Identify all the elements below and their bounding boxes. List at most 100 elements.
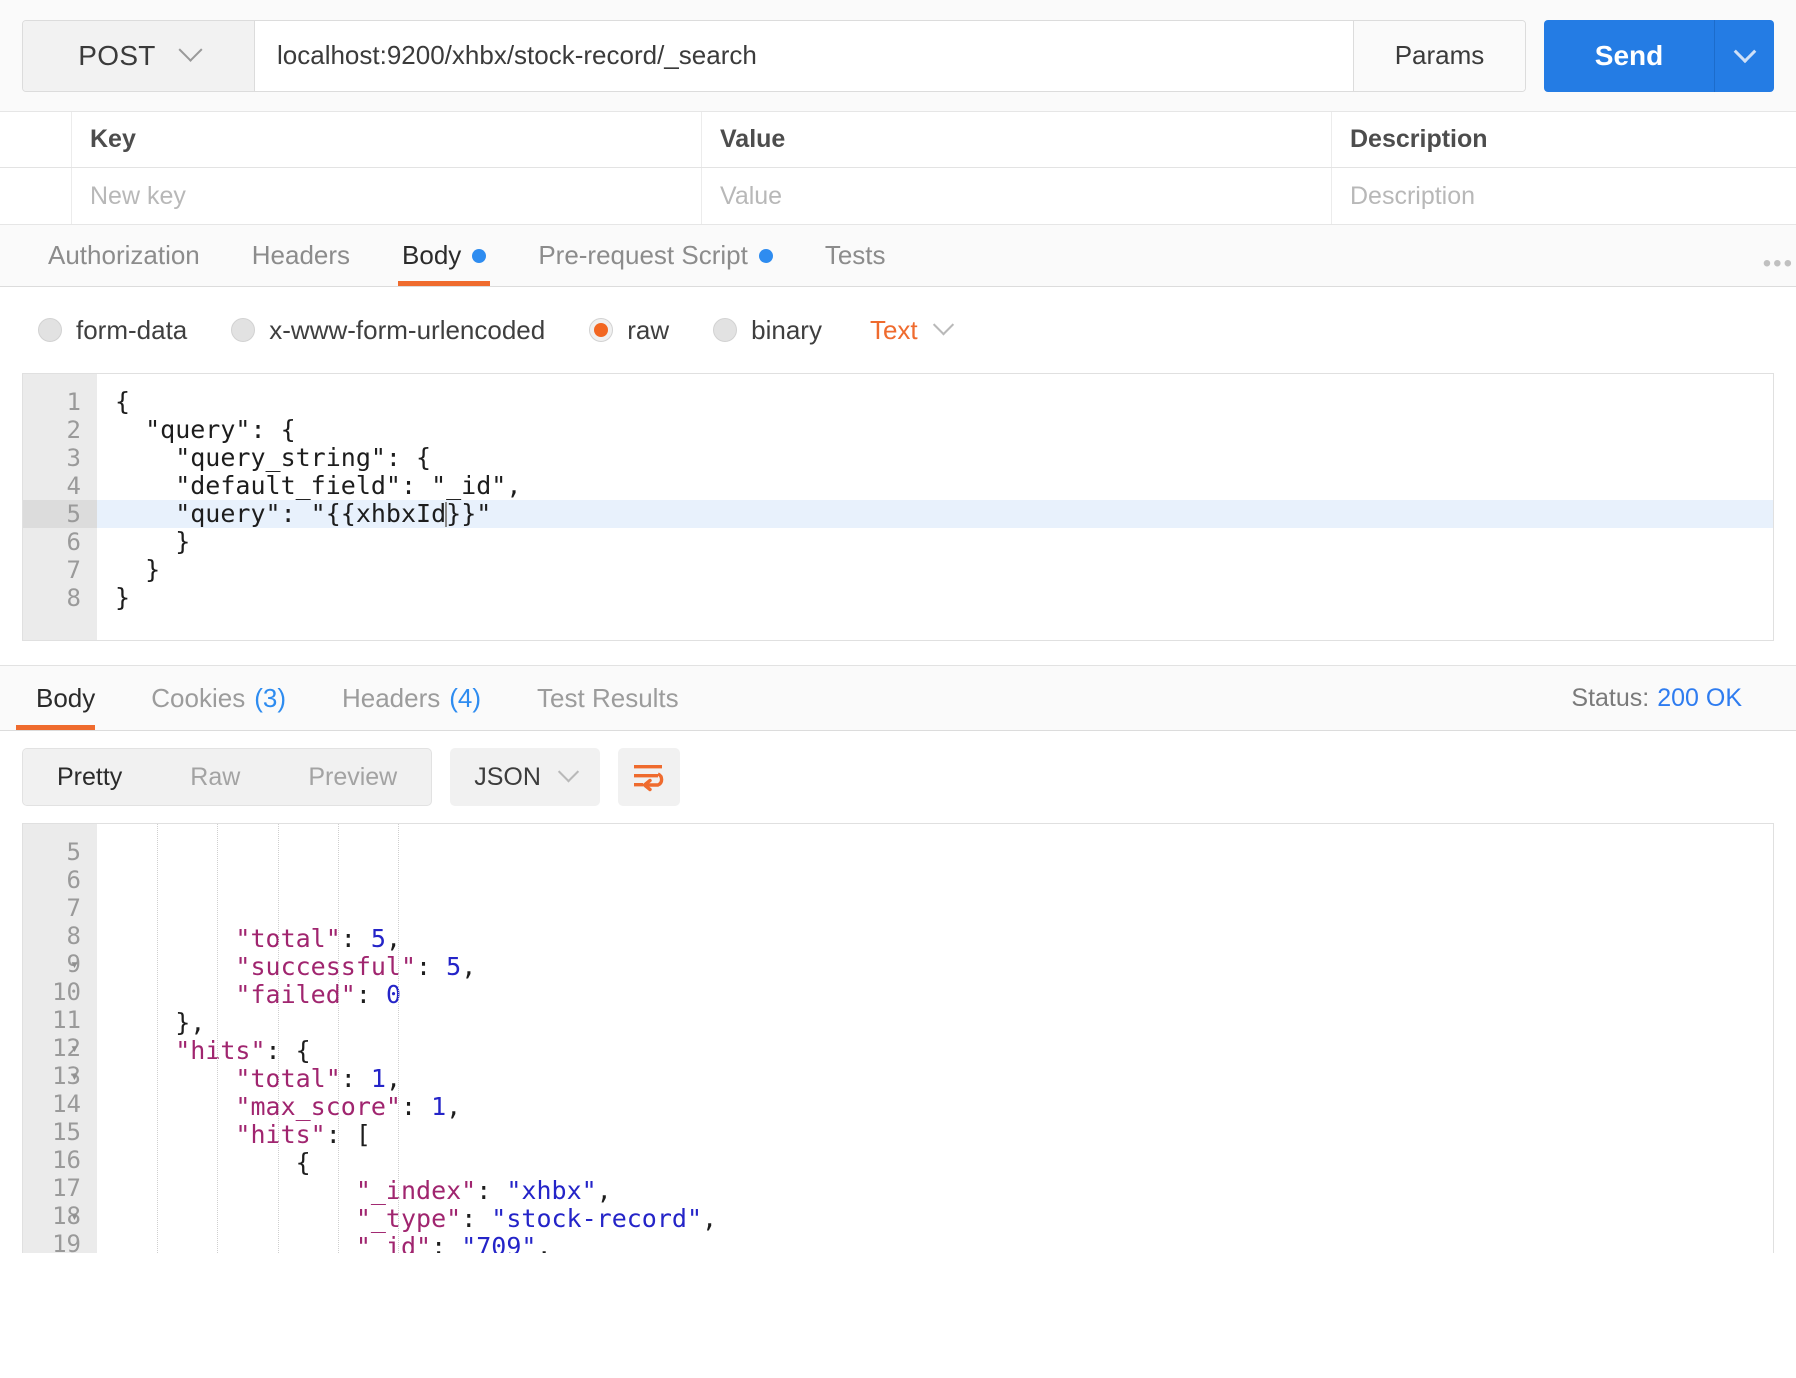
line-number: 1: [66, 388, 81, 416]
body-type-label: raw: [627, 314, 670, 345]
response-tab-headers[interactable]: Headers (4): [314, 666, 509, 730]
line-number: 16: [52, 1146, 81, 1174]
tab-body[interactable]: Body: [376, 225, 512, 286]
line-number: 7: [66, 556, 81, 584]
code-token: ,: [385, 1064, 402, 1093]
code-line: "default_field": "_id",: [115, 471, 522, 500]
body-type-raw[interactable]: raw: [589, 315, 669, 346]
response-tab-test-results[interactable]: Test Results: [509, 666, 707, 730]
view-mode-preview[interactable]: Preview: [274, 749, 431, 805]
code-line: {: [115, 1149, 1773, 1177]
request-body-editor[interactable]: 12345678 { "query": { "query_string": { …: [22, 373, 1774, 641]
code-line: {: [115, 387, 131, 416]
code-line: },: [115, 1009, 1773, 1037]
tab-tests[interactable]: Tests: [799, 225, 912, 286]
line-number: 19: [52, 1230, 81, 1253]
body-format-label: Text: [869, 314, 918, 345]
code-token: 1: [370, 1064, 386, 1093]
response-tabs: Body Cookies (3) Headers (4) Test Result…: [0, 665, 1796, 731]
response-format-selector[interactable]: JSON: [450, 748, 600, 806]
params-table: Key Value Description New key Value Desc…: [0, 112, 1796, 225]
tab-headers[interactable]: Headers: [226, 225, 376, 286]
code-token: 5: [446, 952, 462, 981]
send-button[interactable]: Send: [1544, 19, 1714, 92]
bulk-edit-icon[interactable]: •••: [1763, 250, 1794, 278]
view-mode-pretty[interactable]: Pretty: [23, 749, 157, 805]
code-token: : {: [265, 1036, 311, 1065]
body-format-selector[interactable]: Text: [869, 313, 954, 346]
line-number: 10: [52, 978, 81, 1006]
http-method-selector[interactable]: POST: [23, 20, 255, 91]
line-number: 13 ▾: [52, 1062, 81, 1090]
line-number: 6: [66, 866, 81, 894]
response-view-mode-group: Pretty Raw Preview: [22, 748, 433, 806]
fold-toggle-icon[interactable]: ▾: [70, 950, 79, 978]
code-line: "query": "{{xhbxId}}": [97, 500, 1773, 528]
code-token: "hits": [235, 1120, 326, 1149]
code-line: "query": {: [115, 415, 296, 444]
response-body-editor[interactable]: 5 6 7 8 9 ▾ 10 11 12 ▾ 13 ▾ 14 15 16 17 18 ▾ 19 "total": 5…: [22, 823, 1774, 1253]
line-number: 15: [52, 1118, 81, 1146]
request-url-bar: POST localhost:9200/xhbx/stock-record/_s…: [0, 0, 1796, 112]
code-token: "stock-record": [491, 1204, 703, 1233]
code-line: }: [115, 527, 191, 556]
code-token: :: [401, 1092, 432, 1121]
code-token: "total": [235, 924, 341, 953]
code-line: "_index": "xhbx",: [115, 1177, 1773, 1205]
tab-label: Cookies: [151, 682, 246, 713]
request-tabs: Authorization Headers Body Pre-request S…: [0, 225, 1796, 287]
fold-toggle-icon[interactable]: ▾: [70, 1062, 79, 1090]
response-toolbar: Pretty Raw Preview JSON: [0, 731, 1796, 823]
new-key-input[interactable]: New key: [72, 168, 702, 224]
line-number: 11: [52, 1006, 81, 1034]
request-editor-gutter: 12345678: [23, 374, 97, 640]
code-token: ,: [702, 1204, 718, 1233]
new-description-input[interactable]: Description: [1332, 168, 1796, 224]
body-type-form-data[interactable]: form-data: [38, 315, 187, 346]
tab-authorization[interactable]: Authorization: [22, 225, 226, 286]
line-number: 14: [52, 1090, 81, 1118]
word-wrap-button[interactable]: [617, 748, 680, 806]
request-url-input[interactable]: localhost:9200/xhbx/stock-record/_search: [255, 20, 1353, 91]
body-type-row: form-data x-www-form-urlencoded raw bina…: [0, 287, 1796, 373]
response-editor-code[interactable]: "total": 5, "successful": 5, "failed": 0…: [97, 824, 1773, 1253]
params-button[interactable]: Params: [1353, 20, 1525, 91]
radio-icon: [231, 318, 256, 342]
fold-toggle-icon[interactable]: ▾: [70, 1034, 79, 1062]
body-type-binary[interactable]: binary: [713, 315, 822, 346]
code-token: "total": [235, 1064, 341, 1093]
code-token: :: [476, 1176, 507, 1205]
send-options-button[interactable]: [1714, 19, 1774, 92]
response-tab-cookies[interactable]: Cookies (3): [123, 666, 314, 730]
new-value-input[interactable]: Value: [702, 168, 1332, 224]
column-header-description: Description: [1350, 125, 1488, 153]
code-token: "successful": [235, 952, 417, 981]
column-header-key: Key: [72, 112, 702, 167]
request-editor-code[interactable]: { "query": { "query_string": { "default_…: [97, 374, 1773, 640]
line-number: 18 ▾: [52, 1202, 81, 1230]
status-badge: 200 OK: [1657, 683, 1742, 712]
chevron-down-icon: [178, 37, 203, 62]
fold-toggle-icon[interactable]: ▾: [70, 1202, 79, 1230]
code-token: :: [340, 924, 371, 953]
line-number: 17: [52, 1174, 81, 1202]
code-token: :: [340, 1064, 371, 1093]
checkbox-column: [0, 112, 72, 167]
tab-pre-request-script[interactable]: Pre-request Script: [512, 225, 799, 286]
response-tab-body[interactable]: Body: [8, 666, 123, 730]
code-token: :: [461, 1204, 492, 1233]
code-line: "successful": 5,: [115, 953, 1773, 981]
params-table-header: Key Value Description: [0, 112, 1796, 168]
view-mode-raw[interactable]: Raw: [156, 749, 274, 805]
tab-count: (3): [254, 682, 286, 713]
code-token: "_index": [355, 1176, 477, 1205]
modified-dot-icon: [472, 248, 487, 263]
body-type-x-www-form-urlencoded[interactable]: x-www-form-urlencoded: [231, 315, 545, 346]
code-line: "failed": 0: [115, 981, 1773, 1009]
